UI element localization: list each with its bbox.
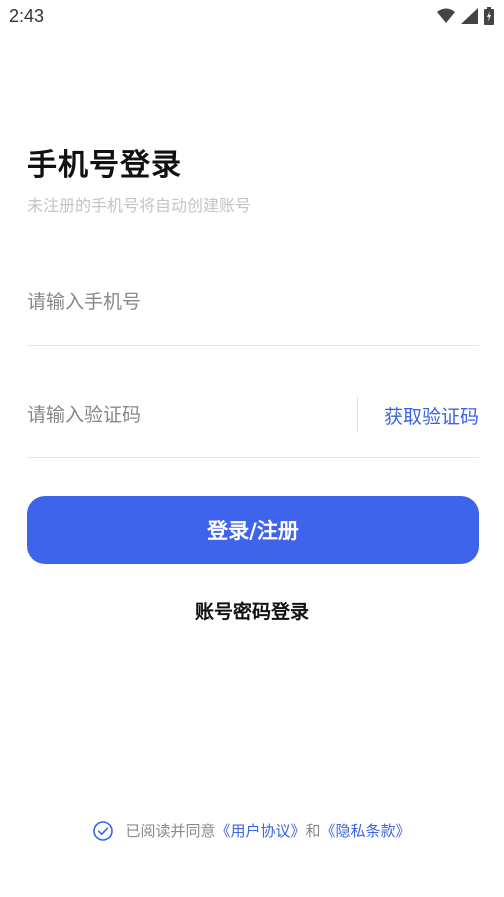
agreement-prefix: 已阅读并同意 <box>125 822 216 840</box>
code-field-container: 获取验证码 <box>27 385 479 458</box>
login-register-button[interactable]: 登录/注册 <box>27 496 479 564</box>
page-title: 手机号登录 <box>27 148 182 183</box>
status-bar: 2:43 <box>0 0 504 34</box>
agreement-checkbox-icon[interactable] <box>93 820 114 841</box>
phone-field-container <box>27 272 479 346</box>
status-time: 2:43 <box>9 6 45 26</box>
user-agreement-link[interactable]: 《用户协议》 <box>215 820 305 841</box>
status-icons <box>437 6 494 26</box>
cellular-signal-icon <box>461 8 478 24</box>
agreement-conjunction: 和 <box>305 822 321 840</box>
login-screen: 2:43 手机号登录 未注册的手机号将自动创建账号 请输入手机号 请输入验证码 … <box>0 0 504 897</box>
verification-code-input[interactable] <box>27 385 347 445</box>
privacy-policy-link[interactable]: 《隐私条款》 <box>321 820 411 841</box>
phone-input[interactable] <box>27 272 479 332</box>
code-divider <box>357 397 358 432</box>
get-code-button[interactable]: 获取验证码 <box>384 402 479 429</box>
wifi-icon <box>437 8 455 24</box>
page-subtitle: 未注册的手机号将自动创建账号 <box>27 196 252 215</box>
password-login-link[interactable]: 账号密码登录 <box>0 597 504 624</box>
battery-icon <box>484 7 494 25</box>
agreement-row: 已阅读并同意 《用户协议》 和 《隐私条款》 <box>0 820 504 841</box>
